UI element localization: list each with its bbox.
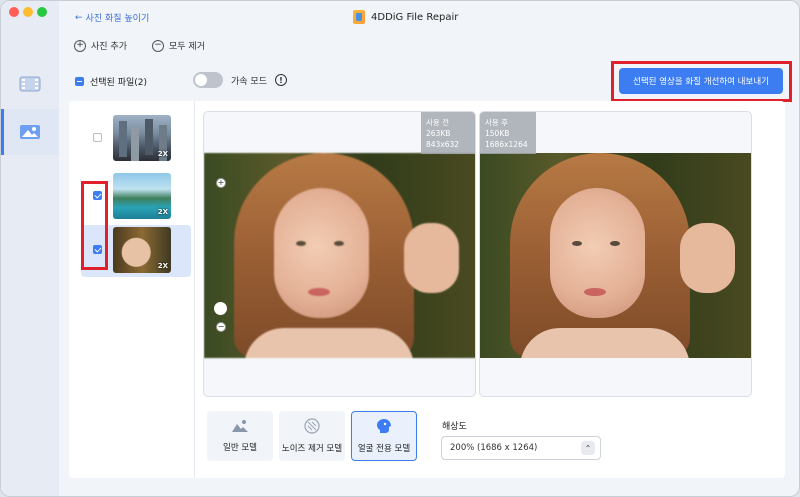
select-all-row[interactable]: 선택된 파일(2) bbox=[75, 75, 147, 88]
close-window-button[interactable] bbox=[9, 7, 19, 17]
maximize-window-button[interactable] bbox=[37, 7, 47, 17]
app-window: ← 사진 화질 높이기 4DDiG File Repair + 사진 추가 − … bbox=[0, 0, 800, 497]
zoom-in-icon[interactable]: + bbox=[216, 178, 226, 188]
minimize-window-button[interactable] bbox=[23, 7, 33, 17]
remove-all-label: 모두 제거 bbox=[169, 42, 205, 52]
arrow-left-icon: ← bbox=[75, 12, 83, 23]
model-label: 노이즈 제거 모델 bbox=[281, 444, 343, 454]
accel-mode-row: 가속 모드 ! bbox=[193, 72, 287, 88]
before-photo bbox=[204, 153, 475, 358]
resolution-select[interactable]: 200% (1686 x 1264) ⌃ bbox=[441, 436, 601, 460]
photo-icon bbox=[20, 125, 40, 139]
app-title-text: 4DDiG File Repair bbox=[371, 11, 459, 23]
back-label: 사진 화질 높이기 bbox=[85, 14, 150, 24]
video-icon bbox=[19, 76, 41, 92]
info-icon[interactable]: ! bbox=[274, 74, 287, 86]
minus-circle-icon: − bbox=[152, 39, 164, 52]
active-indicator bbox=[1, 109, 4, 155]
sidebar bbox=[1, 1, 59, 496]
before-size: 263KB bbox=[426, 129, 451, 138]
after-dims: 1686x1264 bbox=[485, 140, 528, 149]
accel-mode-toggle[interactable] bbox=[193, 72, 223, 88]
zoom-slider-handle[interactable] bbox=[214, 302, 227, 315]
after-info-tag: 사용 후 150KB 1686x1264 bbox=[480, 112, 536, 154]
export-button[interactable]: 선택된 영상을 화질 개선하여 내보내기 bbox=[619, 68, 783, 94]
before-dims: 843x632 bbox=[426, 140, 460, 149]
back-link[interactable]: ← 사진 화질 높이기 bbox=[75, 11, 150, 25]
after-pane: 사용 후 150KB 1686x1264 bbox=[479, 111, 752, 397]
face-icon bbox=[377, 419, 391, 433]
resolution-value: 200% (1686 x 1264) bbox=[450, 443, 538, 453]
add-photo-button[interactable]: + 사진 추가 bbox=[74, 39, 127, 52]
sidebar-item-photo[interactable] bbox=[1, 109, 59, 155]
selected-files-label: 선택된 파일(2) bbox=[90, 78, 148, 88]
model-label: 얼굴 전용 모델 bbox=[357, 444, 411, 454]
zoom-out-icon[interactable]: − bbox=[216, 322, 226, 332]
noise-model-button[interactable]: 노이즈 제거 모델 bbox=[279, 411, 345, 461]
landscape-icon bbox=[232, 420, 248, 432]
general-model-button[interactable]: 일반 모델 bbox=[207, 411, 273, 461]
app-title: 4DDiG File Repair bbox=[353, 10, 458, 24]
noise-icon bbox=[304, 418, 320, 434]
partial-select-checkbox[interactable] bbox=[75, 77, 84, 86]
face-model-button[interactable]: 얼굴 전용 모델 bbox=[351, 411, 417, 461]
before-info-tag: 사용 전 263KB 843x632 bbox=[421, 112, 475, 154]
after-size: 150KB bbox=[485, 129, 510, 138]
sidebar-item-video[interactable] bbox=[1, 61, 59, 107]
compare-view: 사용 전 263KB 843x632 + − 사용 후 150KB 1686x1… bbox=[203, 111, 753, 397]
model-selector: 일반 모델 노이즈 제거 모델 얼굴 전용 모델 bbox=[207, 411, 417, 461]
before-pane: 사용 전 263KB 843x632 + − bbox=[203, 111, 476, 397]
resolution-label: 해상도 bbox=[442, 422, 467, 432]
after-label: 사용 후 bbox=[485, 118, 509, 127]
app-logo-icon bbox=[353, 10, 365, 24]
chevron-up-icon: ⌃ bbox=[581, 441, 595, 455]
compare-area-wrapper: 사용 전 263KB 843x632 + − 사용 후 150KB 1686x1… bbox=[69, 101, 785, 478]
after-photo bbox=[480, 153, 751, 358]
plus-circle-icon: + bbox=[74, 39, 86, 52]
before-label: 사용 전 bbox=[426, 118, 450, 127]
model-label: 일반 모델 bbox=[223, 443, 257, 453]
accel-mode-label: 가속 모드 bbox=[231, 76, 267, 87]
add-photo-label: 사진 추가 bbox=[91, 42, 127, 52]
remove-all-button[interactable]: − 모두 제거 bbox=[152, 39, 205, 52]
